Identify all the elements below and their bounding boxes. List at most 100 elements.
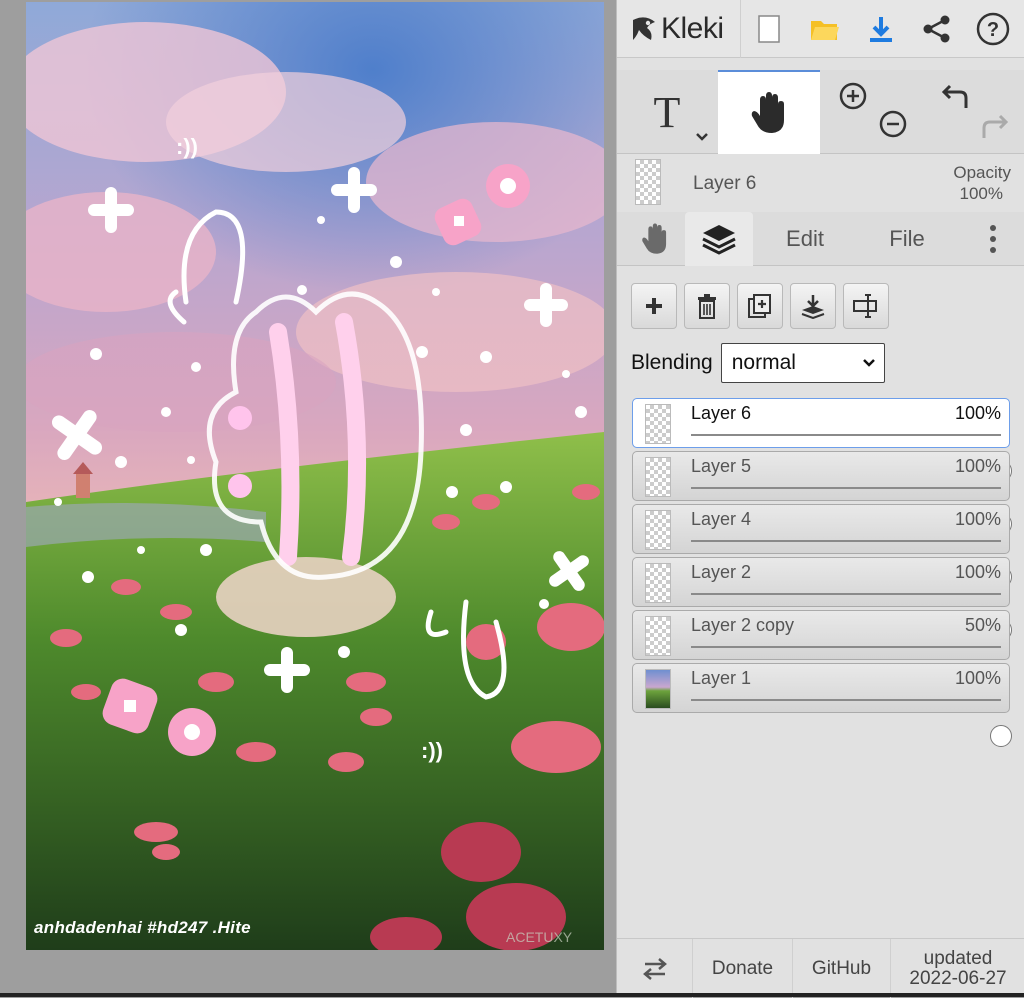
- redo-icon[interactable]: [980, 112, 1010, 140]
- artwork: ACETUXY:)):)): [26, 2, 604, 950]
- updated-date: 2022-06-27: [909, 967, 1007, 989]
- layer-name: Layer 2: [691, 562, 752, 582]
- top-bar: Kleki ?: [617, 0, 1024, 58]
- layer-opacity-slider[interactable]: [691, 593, 1012, 641]
- svg-text:?: ?: [987, 19, 999, 41]
- duplicate-icon: [748, 294, 771, 318]
- doodle-smile-1: :)): [176, 134, 198, 159]
- artwork-watermark: ACETUXY: [506, 929, 573, 945]
- layer-opacity-value: 100%: [954, 509, 1001, 529]
- tab-file[interactable]: File: [865, 212, 949, 266]
- kleki-logo-icon: [633, 17, 655, 40]
- layer-thumbnail: [645, 563, 671, 603]
- hand-tool-icon: [751, 92, 784, 133]
- rename-layer-button[interactable]: [843, 283, 889, 329]
- plus-icon: [646, 298, 662, 314]
- github-link[interactable]: GitHub: [793, 939, 891, 998]
- merge-layer-button[interactable]: [790, 283, 836, 329]
- slider-knob[interactable]: [990, 725, 1012, 747]
- layer-opacity-slider[interactable]: [691, 540, 1012, 588]
- updated-label: updated: [923, 947, 993, 969]
- layer-thumbnail: [645, 616, 671, 656]
- layer-item[interactable]: Layer 6 100%: [632, 398, 1012, 482]
- opacity-label: Opacity: [953, 163, 1011, 182]
- more-menu-button[interactable]: [973, 212, 1013, 266]
- text-tool-button[interactable]: T: [617, 70, 717, 154]
- add-layer-button[interactable]: [631, 283, 677, 329]
- share-button[interactable]: [919, 10, 955, 48]
- blending-label: Blending: [631, 351, 713, 374]
- share-icon: [923, 15, 950, 43]
- layer-opacity-slider[interactable]: [691, 434, 1012, 482]
- window-bottom-edge: [0, 993, 1024, 997]
- layer-name: Layer 1: [691, 668, 752, 688]
- blending-row: Blending normal: [631, 343, 885, 383]
- canvas-area[interactable]: ACETUXY:)):)) anhdadenhai #hd247 .Hite: [0, 0, 616, 997]
- blending-select[interactable]: normal: [720, 343, 885, 383]
- layer-name: Layer 4: [691, 509, 752, 529]
- layer-name: Layer 5: [691, 456, 752, 476]
- layer-thumbnail: [645, 669, 671, 709]
- changelog-link[interactable]: updated 2022-06-27: [891, 939, 1024, 998]
- swap-arrows-icon: [642, 957, 667, 980]
- tab-edit[interactable]: Edit: [763, 212, 847, 266]
- layer-item[interactable]: Layer 4 100%: [632, 504, 1012, 588]
- layer-opacity-slider[interactable]: [691, 699, 1012, 747]
- more-vertical-icon: [990, 225, 996, 253]
- open-image-button[interactable]: [807, 10, 843, 48]
- new-image-button[interactable]: [751, 10, 787, 48]
- tool-row: T: [617, 70, 1024, 154]
- drawing-canvas[interactable]: ACETUXY:)):)) anhdadenhai #hd247 .Hite: [26, 2, 604, 950]
- history-controls: [922, 70, 1024, 154]
- artwork-signature: anhdadenhai #hd247 .Hite: [34, 918, 251, 937]
- hand-tool-button[interactable]: [718, 70, 820, 154]
- donate-link[interactable]: Donate: [693, 939, 793, 998]
- duplicate-layer-button[interactable]: [737, 283, 783, 329]
- text-tool-icon: T: [653, 87, 681, 137]
- zoom-in-icon[interactable]: [839, 82, 867, 110]
- chevron-down-icon: [862, 359, 875, 367]
- layer-thumbnail: [645, 404, 671, 444]
- layer-item[interactable]: Layer 1 100%: [632, 663, 1012, 747]
- layer-item[interactable]: Layer 5 100%: [632, 451, 1012, 535]
- layer-list: Layer 6 100% Layer 5 100% Layer 4 100% L…: [632, 398, 1012, 747]
- layer-name: Layer 2 copy: [691, 615, 795, 635]
- kleki-logo[interactable]: Kleki: [617, 0, 741, 58]
- layer-thumbnail: [645, 510, 671, 550]
- layer-opacity-slider[interactable]: [691, 487, 1012, 535]
- swap-side-button[interactable]: [617, 939, 693, 998]
- side-panel: Kleki ? T Layer 6 Opacity 100% Edit File…: [616, 0, 1024, 998]
- layer-name: Layer 6: [691, 403, 752, 423]
- merge-down-icon: [801, 295, 825, 319]
- tab-tools[interactable]: [625, 212, 685, 266]
- hand-tool-tab-icon: [642, 223, 667, 254]
- rename-icon: [853, 294, 877, 318]
- delete-layer-button[interactable]: [684, 283, 730, 329]
- help-icon: ?: [976, 12, 1010, 46]
- tab-layers[interactable]: [685, 212, 753, 266]
- zoom-out-icon[interactable]: [879, 110, 907, 138]
- layer-opacity-value: 100%: [954, 562, 1001, 582]
- donate-label: Donate: [711, 957, 774, 979]
- layer-actions: [631, 283, 889, 329]
- download-icon: [870, 17, 892, 42]
- chevron-down-icon[interactable]: [695, 132, 709, 142]
- save-image-button[interactable]: [863, 10, 899, 48]
- layer-opacity-slider[interactable]: [691, 646, 1001, 694]
- current-layer-name: Layer 6: [693, 173, 757, 194]
- layer-opacity-value: 100%: [954, 668, 1001, 688]
- undo-icon[interactable]: [940, 82, 970, 110]
- layer-item[interactable]: Layer 2 100%: [632, 557, 1012, 641]
- layer-item[interactable]: Layer 2 copy 50%: [632, 610, 1010, 694]
- zoom-controls: [821, 70, 921, 154]
- blending-value: normal: [731, 351, 796, 374]
- layer-thumbnail: [645, 457, 671, 497]
- help-button[interactable]: ?: [975, 10, 1011, 48]
- tab-edit-label: Edit: [786, 226, 824, 251]
- github-label: GitHub: [811, 957, 872, 979]
- layers-icon: [702, 225, 736, 255]
- layer-opacity-value: 100%: [954, 456, 1001, 476]
- current-layer-thumbnail: [635, 159, 661, 205]
- layer-opacity-value: 100%: [954, 403, 1001, 423]
- trash-icon: [698, 294, 716, 319]
